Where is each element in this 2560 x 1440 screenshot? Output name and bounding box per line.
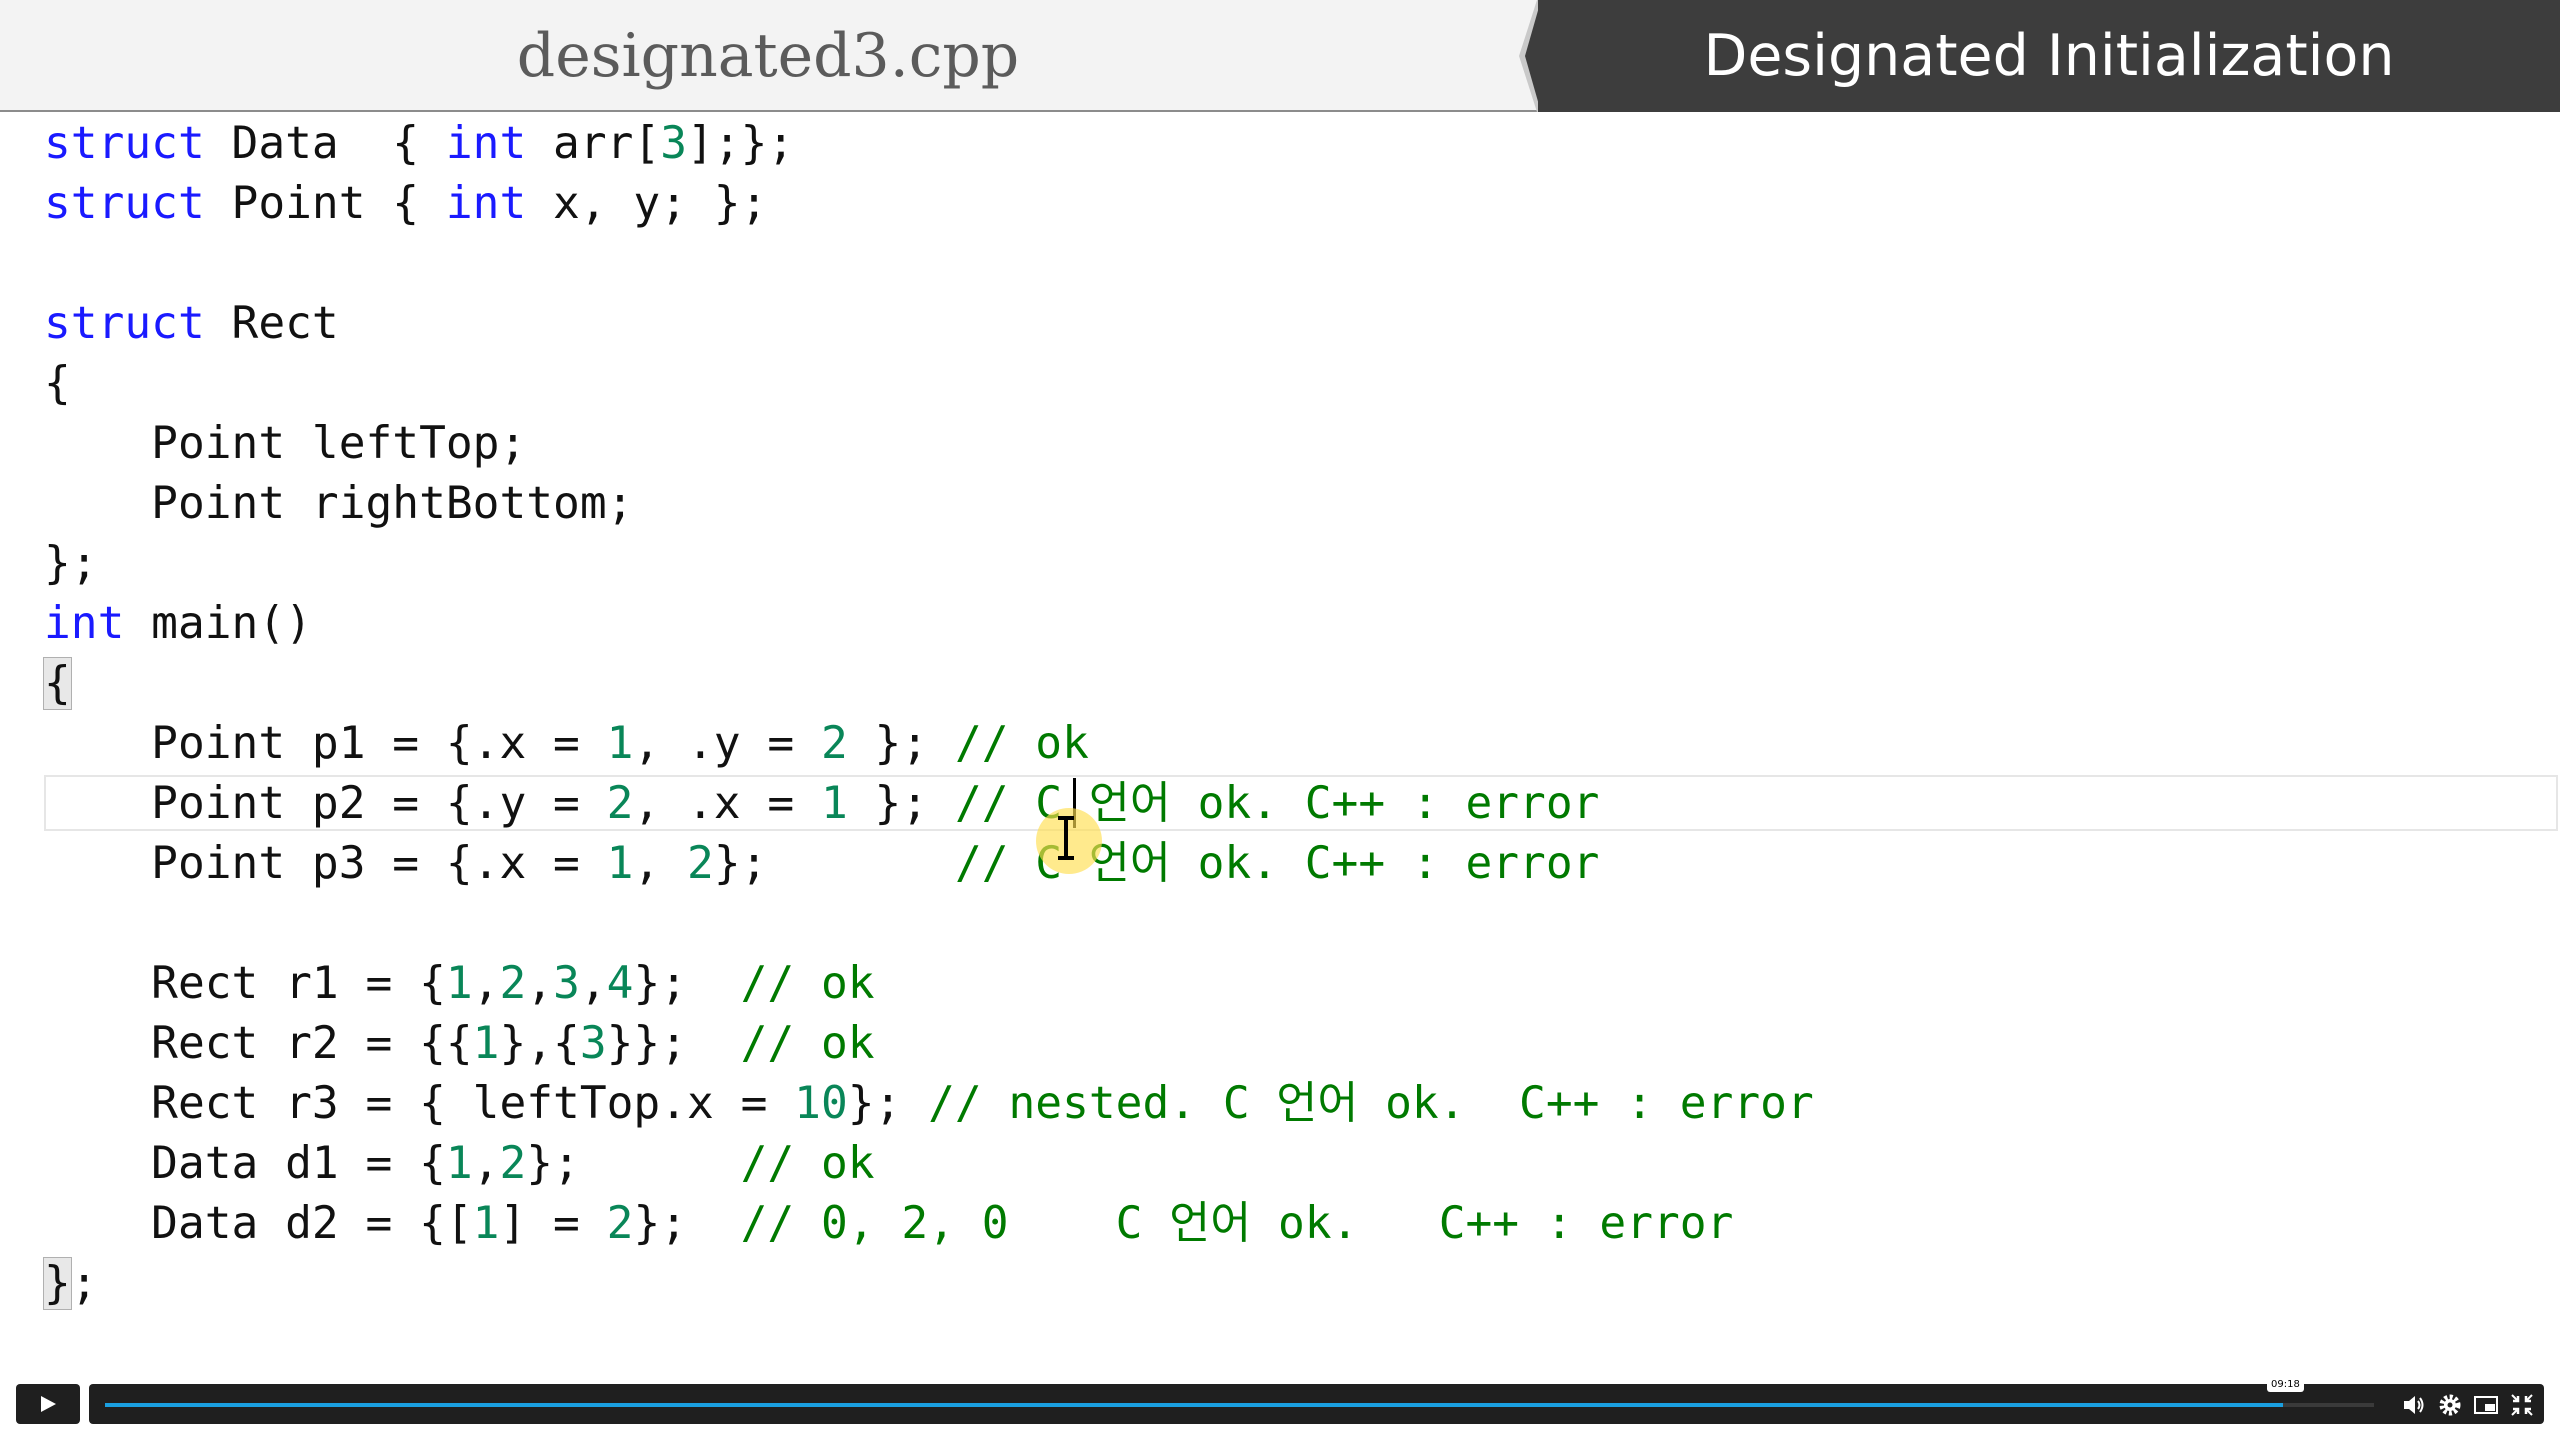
seek-bar[interactable]: 09:18 <box>89 1378 2544 1424</box>
ibeam-cursor-icon <box>1058 816 1074 860</box>
settings-gear-icon[interactable] <box>2437 1392 2463 1418</box>
code-line-13: Point p3 = {.x = 1, 2}; // C 언어 ok. C++ … <box>44 838 1600 889</box>
code-line-16: Rect r2 = {{1},{3}}; // ok <box>44 1018 875 1069</box>
code-line-19: Data d2 = {[1] = 2}; // 0, 2, 0 C 언어 ok.… <box>44 1198 1734 1249</box>
picture-in-picture-icon[interactable] <box>2473 1392 2499 1418</box>
code-editor[interactable]: struct Data { int arr[3];}; struct Point… <box>43 114 1814 1314</box>
code-line-12: Point p2 = {.y = 2, .x = 1 }; // C 언어 ok… <box>44 778 1600 829</box>
lecture-topic-title: Designated Initialization <box>1538 0 2560 112</box>
code-line-20: }; <box>43 1257 98 1310</box>
code-line-11: Point p1 = {.x = 1, .y = 2 }; // ok <box>44 718 1089 769</box>
code-line-1: struct Data { int arr[3];}; <box>44 118 795 169</box>
matched-brace-close: } <box>43 1257 72 1310</box>
code-line-8: }; <box>44 538 98 589</box>
exit-fullscreen-icon[interactable] <box>2509 1392 2535 1418</box>
play-button[interactable] <box>16 1384 80 1424</box>
file-name-tab: designated3.cpp <box>516 21 1020 91</box>
code-line-6: Point leftTop; <box>44 418 527 469</box>
matched-brace-open: { <box>43 657 72 710</box>
code-line-5: { <box>44 358 71 409</box>
volume-icon[interactable] <box>2401 1392 2427 1418</box>
code-line-17: Rect r3 = { leftTop.x = 10}; // nested. … <box>44 1078 1814 1129</box>
code-line-15: Rect r1 = {1,2,3,4}; // ok <box>44 958 875 1009</box>
code-line-7: Point rightBottom; <box>44 478 634 529</box>
code-line-10: { <box>43 654 1814 714</box>
code-line-18: Data d1 = {1,2}; // ok <box>44 1138 875 1189</box>
code-line-9: int main() <box>44 598 312 649</box>
code-line-2: struct Point { int x, y; }; <box>44 178 768 229</box>
time-tooltip: 09:18 <box>2267 1378 2304 1392</box>
title-bar: designated3.cpp Designated Initializatio… <box>0 0 2560 112</box>
play-icon <box>41 1396 56 1412</box>
code-line-4: struct Rect <box>44 298 339 349</box>
seek-bar-progress <box>105 1403 2283 1407</box>
